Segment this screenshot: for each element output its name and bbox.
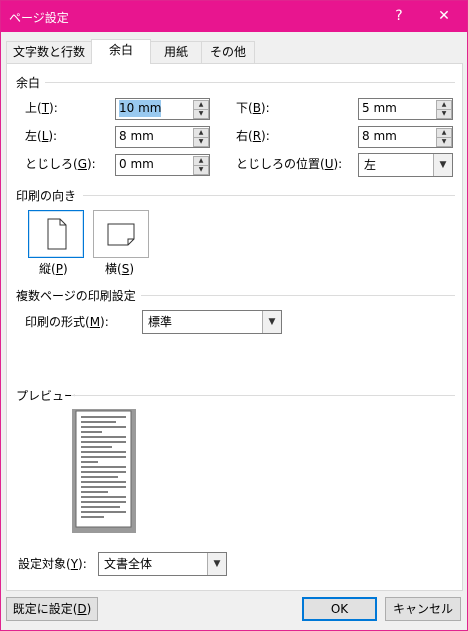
print-format-select[interactable]: 標準 ▼	[142, 310, 282, 334]
bottom-margin-label: 下(B):	[236, 101, 270, 115]
bottom-margin-spinner[interactable]: 5 mm ▲ ▼	[358, 98, 453, 120]
title-bar: ページ設定 ? ✕	[1, 1, 467, 32]
print-format-value: 標準	[148, 315, 173, 329]
group-divider	[45, 82, 455, 83]
orientation-group-label: 印刷の向き	[16, 189, 77, 203]
portrait-page-icon	[47, 218, 67, 250]
gutter-label: とじしろ(G):	[25, 157, 96, 171]
chevron-down-icon[interactable]: ▼	[207, 553, 226, 575]
tab-characters-lines[interactable]: 文字数と行数	[6, 41, 92, 63]
gutter-spinner[interactable]: 0 mm ▲ ▼	[115, 154, 210, 176]
help-button[interactable]: ?	[376, 1, 422, 32]
top-margin-value[interactable]: 10 mm	[119, 100, 162, 117]
top-margin-label: 上(T):	[25, 101, 58, 115]
preview-group-label: プレビュー	[16, 389, 77, 403]
gutter-position-value: 左	[364, 158, 377, 172]
left-margin-value[interactable]: 8 mm	[119, 128, 154, 145]
tab-margins[interactable]: 余白	[91, 39, 151, 64]
apply-to-value: 文書全体	[104, 557, 153, 571]
top-margin-spinner[interactable]: 10 mm ▲ ▼	[115, 98, 210, 120]
spin-down-icon[interactable]: ▼	[193, 109, 209, 119]
group-divider	[71, 395, 455, 396]
left-margin-spinner[interactable]: 8 mm ▲ ▼	[115, 126, 210, 148]
bottom-margin-value[interactable]: 5 mm	[362, 100, 397, 117]
landscape-label: 横(S)	[105, 262, 134, 276]
chevron-down-icon[interactable]: ▼	[433, 154, 452, 176]
pages-group-label: 複数ページの印刷設定	[16, 289, 136, 303]
gutter-value[interactable]: 0 mm	[119, 156, 154, 173]
tab-panel-margins: 余白 上(T): 10 mm ▲ ▼ 下(B): 5 mm ▲ ▼ 左(L): 8 …	[6, 63, 463, 591]
window-title: ページ設定	[9, 11, 69, 25]
page-setup-dialog: ページ設定 ? ✕ 文字数と行数 余白 用紙 その他 余白 上(T): 10 m…	[0, 0, 468, 631]
spin-down-icon[interactable]: ▼	[436, 137, 452, 147]
spin-down-icon[interactable]: ▼	[193, 137, 209, 147]
gutter-position-label: とじしろの位置(U):	[236, 157, 343, 171]
set-as-default-button[interactable]: 既定に設定(D)	[6, 597, 98, 621]
portrait-label: 縦(P)	[39, 262, 68, 276]
spin-down-icon[interactable]: ▼	[193, 165, 209, 175]
group-divider	[141, 295, 455, 296]
gutter-position-select[interactable]: 左 ▼	[358, 153, 453, 177]
group-divider	[83, 195, 455, 196]
apply-to-select[interactable]: 文書全体 ▼	[98, 552, 227, 576]
right-margin-spinner[interactable]: 8 mm ▲ ▼	[358, 126, 453, 148]
portrait-button[interactable]	[28, 210, 84, 258]
cancel-button[interactable]: キャンセル	[385, 597, 461, 621]
tab-paper[interactable]: 用紙	[150, 41, 202, 63]
page-preview	[72, 409, 136, 533]
left-margin-label: 左(L):	[25, 129, 58, 143]
spin-down-icon[interactable]: ▼	[436, 109, 452, 119]
landscape-page-icon	[107, 223, 135, 246]
apply-to-label: 設定対象(Y):	[18, 557, 87, 571]
margins-group-label: 余白	[16, 76, 41, 90]
landscape-button[interactable]	[93, 210, 149, 258]
close-button[interactable]: ✕	[421, 1, 467, 32]
print-format-label: 印刷の形式(M):	[25, 315, 109, 329]
right-margin-value[interactable]: 8 mm	[362, 128, 397, 145]
tab-other[interactable]: その他	[201, 41, 255, 63]
chevron-down-icon[interactable]: ▼	[262, 311, 281, 333]
ok-button[interactable]: OK	[302, 597, 377, 621]
right-margin-label: 右(R):	[236, 129, 270, 143]
